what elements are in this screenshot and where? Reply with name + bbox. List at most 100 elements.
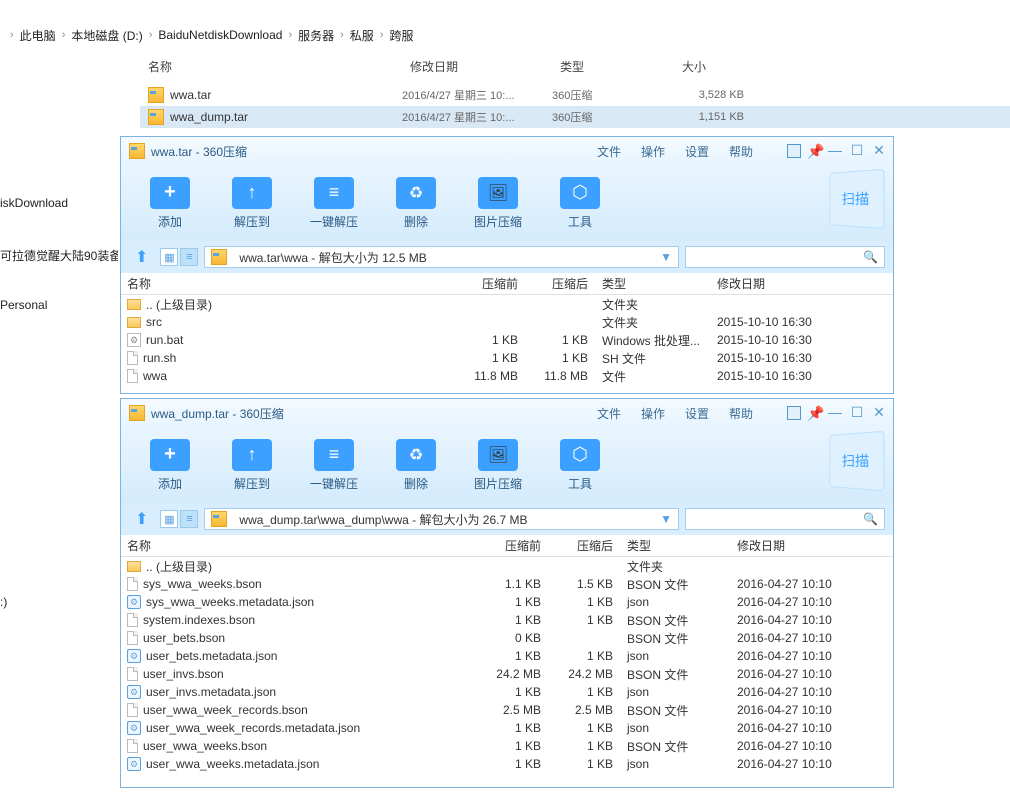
chevron-down-icon[interactable]: ▼ [660,512,672,526]
list-item[interactable]: user_bets.bson0 KBBSON 文件2016-04-27 10:1… [121,629,893,647]
sidebar-item[interactable]: 可拉德觉醒大陆90装备 [0,247,118,264]
sidebar-item[interactable]: Personal [0,298,47,312]
minimize-button[interactable]: — [827,406,843,420]
titlebar[interactable]: wwa.tar - 360压缩 文件 操作 设置 帮助 📌 — ☐ ✕ [121,137,893,165]
close-button[interactable]: ✕ [871,406,887,420]
list-item[interactable]: wwa11.8 MB11.8 MB文件2015-10-10 16:30 [121,367,893,385]
hdr-before[interactable]: 压缩前 [469,537,549,554]
list-item[interactable]: src文件夹2015-10-10 16:30 [121,313,893,331]
list-item[interactable]: user_bets.metadata.json1 KB1 KBjson2016-… [121,647,893,665]
menu-help[interactable]: 帮助 [729,405,753,422]
hdr-date[interactable]: 修改日期 [721,537,881,554]
oneclick-button[interactable]: 一键解压 [297,439,371,492]
tools-button[interactable]: 工具 [543,439,617,492]
list-item[interactable]: user_invs.bson24.2 MB24.2 MBBSON 文件2016-… [121,665,893,683]
file-list: .. (上级目录)文件夹sys_wwa_weeks.bson1.1 KB1.5 … [121,557,893,773]
file-type: BSON 文件 [621,630,721,647]
up-button[interactable]: ⬆ [129,247,154,267]
extract-button[interactable]: 解压到 [215,177,289,230]
file-date: 2016-04-27 10:10 [721,577,881,591]
list-item-parent[interactable]: .. (上级目录)文件夹 [121,295,893,313]
minimize-button[interactable]: — [827,144,843,158]
search-input[interactable]: 🔍 [685,246,885,268]
imgcomp-button[interactable]: 图片压缩 [461,177,535,230]
hdr-type[interactable]: 类型 [621,537,721,554]
hdr-name[interactable]: 名称 [121,537,469,554]
list-item[interactable]: user_invs.metadata.json1 KB1 KBjson2016-… [121,683,893,701]
col-date[interactable]: 修改日期 [402,58,552,80]
crumb[interactable]: 服务器 [298,27,334,44]
pin-icon[interactable]: 📌 [807,406,821,420]
menu-help[interactable]: 帮助 [729,143,753,160]
list-item-parent[interactable]: .. (上级目录)文件夹 [121,557,893,575]
close-button[interactable]: ✕ [871,144,887,158]
breadcrumb[interactable]: › 此电脑 › 本地磁盘 (D:) › BaiduNetdiskDownload… [0,24,1010,46]
tools-button[interactable]: 工具 [543,177,617,230]
col-size[interactable]: 大小 [674,58,774,80]
search-input[interactable]: 🔍 [685,508,885,530]
pin-icon[interactable]: 📌 [807,144,821,158]
view-grid-button[interactable]: ▦ [160,248,178,266]
path-input[interactable]: wwa_dump.tar\wwa_dump\wwa - 解包大小为 26.7 M… [204,508,679,530]
json-icon [127,595,141,609]
menu-file[interactable]: 文件 [597,143,621,160]
view-grid-button[interactable]: ▦ [160,510,178,528]
hdr-date[interactable]: 修改日期 [701,275,851,292]
menu-operate[interactable]: 操作 [641,143,665,160]
menu-operate[interactable]: 操作 [641,405,665,422]
menu-settings[interactable]: 设置 [685,143,709,160]
list-item[interactable]: run.bat1 KB1 KBWindows 批处理...2015-10-10 … [121,331,893,349]
hdr-after[interactable]: 压缩后 [526,275,596,292]
list-item[interactable]: system.indexes.bson1 KB1 KBBSON 文件2016-0… [121,611,893,629]
tool-label: 一键解压 [310,213,358,230]
list-item[interactable]: user_wwa_weeks.bson1 KB1 KBBSON 文件2016-0… [121,737,893,755]
up-button[interactable]: ⬆ [129,509,154,529]
menu-settings[interactable]: 设置 [685,405,709,422]
maximize-button[interactable]: ☐ [849,144,865,158]
delete-button[interactable]: 删除 [379,439,453,492]
extract-button[interactable]: 解压到 [215,439,289,492]
add-button[interactable]: 添加 [133,177,207,230]
path-input[interactable]: wwa.tar\wwa - 解包大小为 12.5 MB ▼ [204,246,679,268]
scan-badge[interactable]: 扫描 [829,169,884,229]
file-name: .. (上级目录) [146,296,212,313]
chevron-down-icon[interactable]: ▼ [660,250,672,264]
imgcomp-button[interactable]: 图片压缩 [461,439,535,492]
scan-badge[interactable]: 扫描 [829,431,884,491]
view-list-button[interactable]: ≡ [180,510,198,528]
crumb[interactable]: 跨服 [389,27,413,44]
hdr-type[interactable]: 类型 [596,275,701,292]
list-item[interactable]: user_wwa_week_records.bson2.5 MB2.5 MBBS… [121,701,893,719]
crumb[interactable]: 私服 [350,27,374,44]
titlebar[interactable]: wwa_dump.tar - 360压缩 文件 操作 设置 帮助 📌 — ☐ ✕ [121,399,893,427]
hdr-name[interactable]: 名称 [121,275,451,292]
view-list-button[interactable]: ≡ [180,248,198,266]
list-item[interactable]: run.sh1 KB1 KBSH 文件2015-10-10 16:30 [121,349,893,367]
crumb[interactable]: 本地磁盘 (D:) [71,27,142,44]
explorer-row[interactable]: wwa.tar2016/4/27 星期三 10:...360压缩3,528 KB [140,84,1010,106]
crumb[interactable]: BaiduNetdiskDownload [158,28,282,42]
size-after: 1 KB [549,613,621,627]
skin-icon[interactable] [787,144,801,158]
delete-button[interactable]: 删除 [379,177,453,230]
sidebar-item[interactable]: iskDownload [0,196,68,210]
list-item[interactable]: user_wwa_weeks.metadata.json1 KB1 KBjson… [121,755,893,773]
list-item[interactable]: user_wwa_week_records.metadata.json1 KB1… [121,719,893,737]
add-button[interactable]: 添加 [133,439,207,492]
explorer-row[interactable]: wwa_dump.tar2016/4/27 星期三 10:...360压缩1,1… [140,106,1010,128]
list-item[interactable]: sys_wwa_weeks.bson1.1 KB1.5 KBBSON 文件201… [121,575,893,593]
hdr-before[interactable]: 压缩前 [451,275,526,292]
col-type[interactable]: 类型 [552,58,674,80]
menu-file[interactable]: 文件 [597,405,621,422]
list-item[interactable]: sys_wwa_weeks.metadata.json1 KB1 KBjson2… [121,593,893,611]
size-before: 1 KB [469,685,549,699]
toolbar: 添加 解压到 一键解压 删除 图片压缩 工具 扫描 [121,165,893,241]
skin-icon[interactable] [787,406,801,420]
oneclick-button[interactable]: 一键解压 [297,177,371,230]
col-name[interactable]: 名称 [140,58,402,80]
search-icon: 🔍 [863,512,878,526]
crumb[interactable]: 此电脑 [20,27,56,44]
maximize-button[interactable]: ☐ [849,406,865,420]
sidebar-item[interactable]: :) [0,595,7,609]
hdr-after[interactable]: 压缩后 [549,537,621,554]
